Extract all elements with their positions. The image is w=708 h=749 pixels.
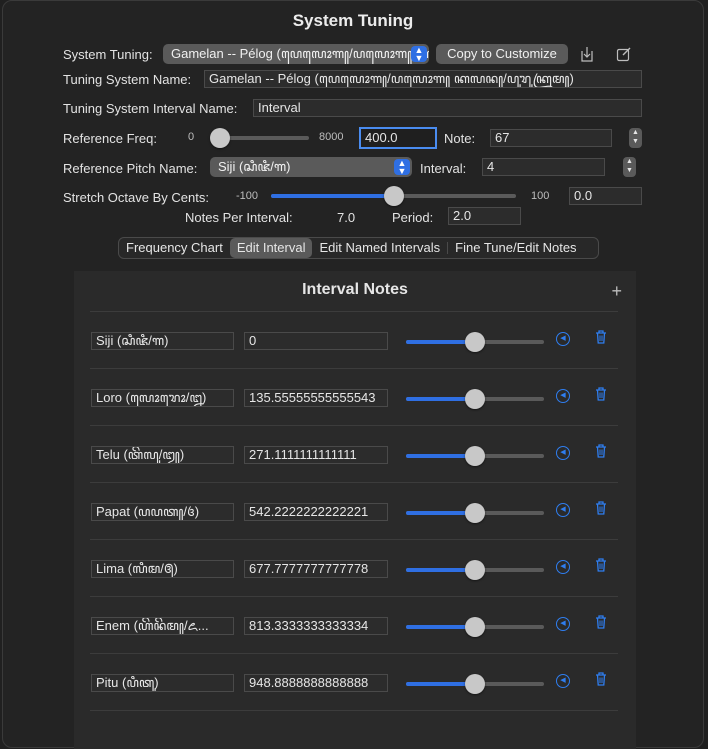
tab-frequency-chart[interactable]: Frequency Chart [119,238,230,258]
tuning-name-field[interactable]: Gamelan -- Pélog (ꦥꦺꦭꦺꦴꦒ꧀/ꦥꦭꦺꦴꦒ꧀ ꦏꦭꦤ꧀/ꦥꦸ… [204,70,642,88]
note-slider[interactable] [406,332,544,352]
trash-icon[interactable] [595,387,607,404]
play-icon[interactable]: ◀ [556,560,570,574]
note-slider-knob[interactable] [465,446,485,466]
note-cents-field[interactable]: 0 [244,332,388,350]
note-cents-field[interactable]: 542.2222222222221 [244,503,388,521]
interval-notes-panel: Interval Notes + Siji (ꦱꦶꦗꦶ/꧑) 0 ◀ Loro … [74,271,636,749]
note-row: Telu (ꦠꦼꦭꦸ/꧓) 271.1111111111111 ◀ [90,425,618,483]
trash-icon[interactable] [595,615,607,632]
ref-pitch-value: Siji (ꦱꦶꦗꦶ/꧑) [218,159,291,174]
stretch-label: Stretch Octave By Cents: [63,190,209,205]
note-cents-field[interactable]: 135.55555555555543 [244,389,388,407]
stretch-min: -100 [236,190,259,202]
period-field[interactable]: 2.0 [448,207,521,225]
edit-icon[interactable] [616,46,632,65]
note-cents-field[interactable]: 271.1111111111111 [244,446,388,464]
stretch-field[interactable]: 0.0 [569,187,642,205]
ref-freq-slider-knob[interactable] [209,128,230,148]
play-icon[interactable]: ◀ [556,503,570,517]
ref-freq-input[interactable]: 400.0 [359,127,437,149]
interval-label: Interval: [420,161,467,176]
note-slider[interactable] [406,674,544,694]
note-field[interactable]: 67 [490,129,612,147]
copy-to-customize-button[interactable]: Copy to Customize [436,44,568,64]
trash-icon[interactable] [595,558,607,575]
note-slider[interactable] [406,446,544,466]
note-name-field[interactable]: Lima (ꦭꦶꦩ/꧕) [91,560,234,578]
stretch-slider-knob[interactable] [383,186,404,206]
ref-freq-max: 8000 [319,131,344,143]
tab-fine-tune-edit-notes[interactable]: Fine Tune/Edit Notes [448,238,583,258]
trash-icon[interactable] [595,672,607,689]
stretch-slider[interactable] [271,186,516,206]
note-row: Enem (ꦲꦼꦤꦼꦩ꧀/꧖... 813.3333333333334 ◀ [90,596,618,654]
interval-name-label: Tuning System Interval Name: [63,101,238,116]
interval-stepper[interactable]: ▲ ▼ [623,157,636,177]
stretch-slider-fill [271,194,394,198]
note-row: Siji (ꦱꦶꦗꦶ/꧑) 0 ◀ [90,311,618,369]
note-slider-knob[interactable] [465,674,485,694]
note-name-field[interactable]: Loro (ꦭꦺꦴꦫꦺꦴ/꧒) [91,389,234,407]
trash-icon[interactable] [595,444,607,461]
stretch-max: 100 [531,190,550,202]
interval-name-field[interactable]: Interval [253,99,642,117]
interval-field[interactable]: 4 [482,158,605,176]
chevron-updown-icon: ▲ ▼ [411,46,427,63]
play-icon[interactable]: ◀ [556,332,570,346]
ref-freq-label: Reference Freq: [63,131,157,146]
note-row: Loro (ꦭꦺꦴꦫꦺꦴ/꧒) 135.55555555555543 ◀ [90,368,618,426]
tuning-name-label: Tuning System Name: [63,72,192,87]
notes-per-interval-label: Notes Per Interval: [185,210,293,225]
play-icon[interactable]: ◀ [556,617,570,631]
trash-icon[interactable] [595,330,607,347]
note-row: Papat (ꦥꦥꦠ꧀/꧔) 542.2222222222221 ◀ [90,482,618,540]
note-slider[interactable] [406,503,544,523]
note-slider-knob[interactable] [465,332,485,352]
note-row: Lima (ꦭꦶꦩ/꧕) 677.7777777777778 ◀ [90,539,618,597]
note-slider[interactable] [406,389,544,409]
note-slider[interactable] [406,617,544,637]
note-slider-knob[interactable] [465,503,485,523]
add-note-button[interactable]: + [611,281,622,302]
note-stepper[interactable]: ▲ ▼ [629,128,642,148]
notes-per-interval-value: 7.0 [337,210,356,225]
ref-freq-min: 0 [188,131,195,143]
ref-pitch-popup[interactable]: Siji (ꦱꦶꦗꦶ/꧑) ▲ ▼ [210,157,412,177]
note-name-field[interactable]: Siji (ꦱꦶꦗꦶ/꧑) [91,332,234,350]
tuning-window: System Tuning System Tuning: Gamelan -- … [2,0,704,749]
note-cents-field[interactable]: 948.8888888888888 [244,674,388,692]
note-slider-knob[interactable] [465,617,485,637]
ref-pitch-label: Reference Pitch Name: [63,161,198,176]
system-tuning-value: Gamelan -- Pélog (ꦥꦺꦭꦺꦴꦒ꧀/ꦥꦭꦺꦴꦒ꧀ ꦏꦭ... [171,46,429,61]
note-slider[interactable] [406,560,544,580]
system-tuning-popup[interactable]: Gamelan -- Pélog (ꦥꦺꦭꦺꦴꦒ꧀/ꦥꦭꦺꦴꦒ꧀ ꦏꦭ... ▲… [163,44,429,64]
window-title: System Tuning [292,11,414,30]
play-icon[interactable]: ◀ [556,446,570,460]
view-tabs: Frequency Chart Edit Interval Edit Named… [118,237,599,259]
period-label: Period: [392,210,434,225]
tab-edit-named-intervals[interactable]: Edit Named Intervals [312,238,447,258]
trash-icon[interactable] [595,501,607,518]
ref-freq-slider[interactable] [209,128,309,148]
interval-notes-title: Interval Notes [302,281,408,298]
note-cents-field[interactable]: 813.3333333333334 [244,617,388,635]
chevron-updown-icon: ▲ ▼ [394,159,410,176]
note-row: Pitu (ꦥꦶꦠꦸ) 948.8888888888888 ◀ [90,653,618,711]
note-slider-knob[interactable] [465,389,485,409]
note-name-field[interactable]: Papat (ꦥꦥꦠ꧀/꧔) [91,503,234,521]
play-icon[interactable]: ◀ [556,389,570,403]
note-name-field[interactable]: Pitu (ꦥꦶꦠꦸ) [91,674,234,692]
system-tuning-label: System Tuning: [63,47,153,62]
tab-edit-interval[interactable]: Edit Interval [229,238,313,258]
note-slider-knob[interactable] [465,560,485,580]
export-icon[interactable] [580,46,594,65]
note-label: Note: [444,131,476,146]
note-name-field[interactable]: Enem (ꦲꦼꦤꦼꦩ꧀/꧖... [91,617,234,635]
note-name-field[interactable]: Telu (ꦠꦼꦭꦸ/꧓) [91,446,234,464]
list-divider [90,710,618,711]
note-cents-field[interactable]: 677.7777777777778 [244,560,388,578]
play-icon[interactable]: ◀ [556,674,570,688]
